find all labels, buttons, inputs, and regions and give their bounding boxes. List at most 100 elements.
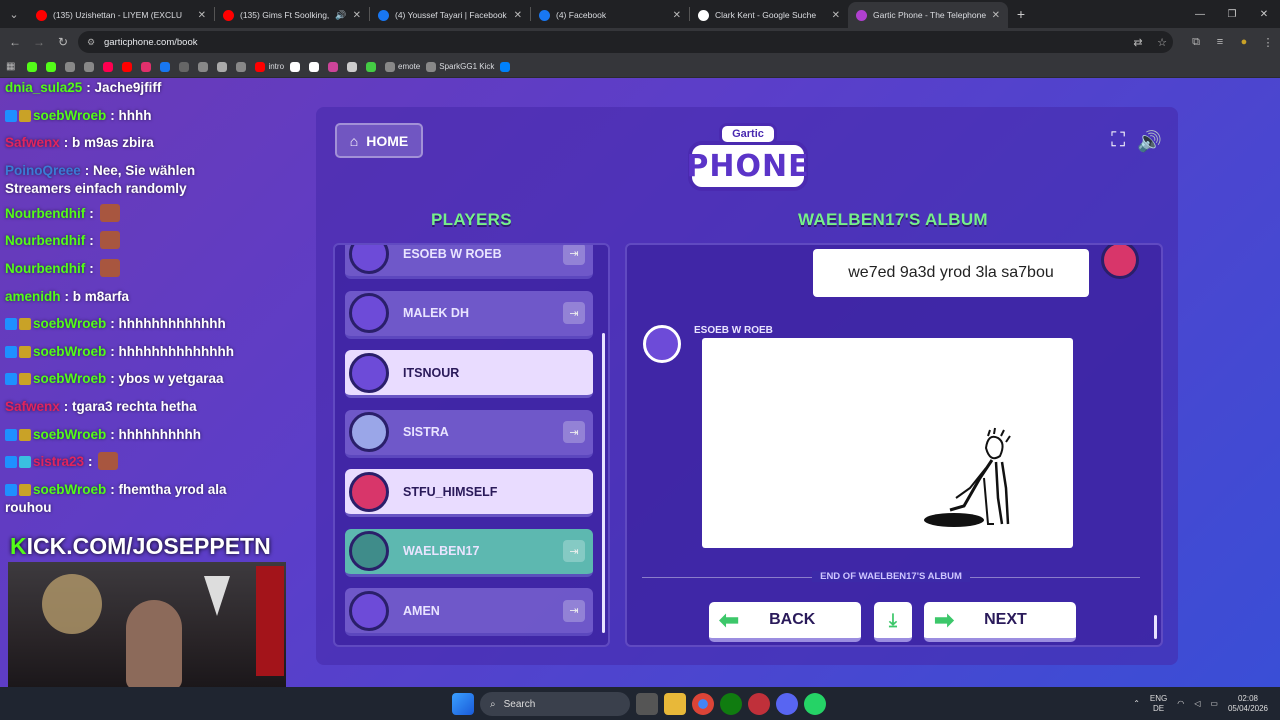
address-bar[interactable]: ⚙ garticphone.com/book xyxy=(78,31,1173,53)
chat-username[interactable]: soebWroeb xyxy=(33,344,106,359)
browser-tab[interactable]: (4) Facebook ✕ xyxy=(531,2,689,28)
browser-tab[interactable]: Gartic Phone - The Telephone G ✕ xyxy=(848,2,1008,28)
player-row[interactable]: AMEN ⇥ xyxy=(345,588,593,636)
tray-chevron-icon[interactable]: ⌃ xyxy=(1133,699,1140,708)
profile-avatar-icon[interactable]: ● xyxy=(1232,36,1256,48)
bookmark-item[interactable] xyxy=(236,61,249,72)
wifi-icon[interactable]: ◠ xyxy=(1177,699,1184,708)
bookmark-item[interactable]: emote xyxy=(385,61,420,72)
tab-close-icon[interactable]: ✕ xyxy=(353,10,361,21)
chat-username[interactable]: sistra23 xyxy=(33,454,84,469)
bookmark-item[interactable] xyxy=(84,61,97,72)
chat-username[interactable]: soebWroeb xyxy=(33,371,106,386)
bookmark-item[interactable] xyxy=(290,61,303,72)
player-row[interactable]: ESOEB W ROEB ⇥ xyxy=(345,245,593,279)
extensions-icon[interactable]: ⧉ xyxy=(1184,36,1208,49)
kick-player-icon[interactable]: ⇥ xyxy=(563,540,585,562)
players-scrollbar[interactable] xyxy=(602,333,605,633)
reload-icon[interactable]: ↻ xyxy=(51,35,75,49)
player-row[interactable]: ITSNOUR xyxy=(345,350,593,398)
site-info-icon[interactable]: ⚙ xyxy=(87,37,95,48)
browser-tab[interactable]: (4) Youssef Tayari | Facebook ✕ xyxy=(370,2,530,28)
tab-close-icon[interactable]: ✕ xyxy=(198,10,206,21)
tab-close-icon[interactable]: ✕ xyxy=(992,10,1000,21)
tab-search-icon[interactable]: ⌄ xyxy=(0,0,28,28)
bookmark-item[interactable] xyxy=(179,61,192,72)
bookmark-item[interactable] xyxy=(309,61,322,72)
bookmark-item[interactable]: SparkGG1 Kick xyxy=(426,61,494,72)
chat-username[interactable]: Safwenx xyxy=(5,135,60,150)
apps-grid-icon[interactable]: ▦ xyxy=(6,61,15,72)
bookmark-item[interactable] xyxy=(500,61,513,72)
chrome-icon[interactable] xyxy=(692,693,714,715)
home-button[interactable]: ⌂ HOME xyxy=(335,123,423,158)
xbox-icon[interactable] xyxy=(720,693,742,715)
maximize-icon[interactable]: ❐ xyxy=(1216,0,1248,28)
translate-icon[interactable]: ⇄ xyxy=(1126,36,1150,49)
language-indicator[interactable]: ENG DE xyxy=(1150,694,1167,714)
menu-dots-icon[interactable]: ⋮ xyxy=(1256,36,1280,49)
next-button[interactable]: ➡ NEXT xyxy=(924,602,1076,642)
bookmark-item[interactable] xyxy=(198,61,211,72)
chat-username[interactable]: soebWroeb xyxy=(33,316,106,331)
speaker-icon[interactable]: ◁ xyxy=(1194,699,1200,708)
player-row[interactable]: MALEK DH ⇥ xyxy=(345,290,593,339)
bookmark-item[interactable]: intro xyxy=(255,61,284,72)
player-row[interactable]: STFU_HIMSELF xyxy=(345,469,593,517)
browser-tab[interactable]: (135) Uzishettan - LIYEM (EXCLU ✕ xyxy=(28,2,214,28)
bookmark-item[interactable] xyxy=(122,61,135,72)
task-view-icon[interactable] xyxy=(636,693,658,715)
reading-list-icon[interactable]: ≡ xyxy=(1208,36,1232,48)
tab-close-icon[interactable]: ✕ xyxy=(514,10,522,21)
chat-username[interactable]: Nourbendhif xyxy=(5,261,85,276)
bookmark-item[interactable] xyxy=(217,61,230,72)
tab-close-icon[interactable]: ✕ xyxy=(832,10,840,21)
kick-player-icon[interactable]: ⇥ xyxy=(563,599,585,622)
tab-audio-icon[interactable]: 🔊 xyxy=(335,10,346,21)
kick-player-icon[interactable]: ⇥ xyxy=(563,302,585,324)
bookmark-item[interactable] xyxy=(328,61,341,72)
file-explorer-icon[interactable] xyxy=(664,693,686,715)
battery-icon[interactable]: ▭ xyxy=(1210,699,1218,708)
volume-icon[interactable]: 🔊 xyxy=(1137,129,1162,154)
bookmark-item[interactable] xyxy=(103,61,116,72)
back-icon[interactable]: ← xyxy=(3,35,27,49)
bookmark-item[interactable] xyxy=(46,61,59,72)
bookmark-item[interactable] xyxy=(141,61,154,72)
bookmark-item[interactable] xyxy=(27,61,40,72)
new-tab-button[interactable]: + xyxy=(1008,6,1034,22)
back-button[interactable]: ⬅ BACK xyxy=(709,602,861,642)
taskbar-search[interactable]: ⌕ Search xyxy=(480,692,630,716)
app-red-icon[interactable] xyxy=(748,693,770,715)
start-windows-icon[interactable] xyxy=(452,693,474,715)
bookmark-item[interactable] xyxy=(65,61,78,72)
chat-username[interactable]: soebWroeb xyxy=(33,482,106,497)
chat-username[interactable]: dnia_sula25 xyxy=(5,80,82,95)
discord-icon[interactable] xyxy=(776,693,798,715)
bookmark-item[interactable] xyxy=(347,61,360,72)
fullscreen-icon[interactable]: ⛶ xyxy=(1111,129,1125,154)
close-window-icon[interactable]: ✕ xyxy=(1248,0,1280,28)
kick-player-icon[interactable]: ⇥ xyxy=(563,245,585,265)
player-row[interactable]: WAELBEN17 ⇥ xyxy=(345,528,593,577)
browser-tab[interactable]: Clark Kent - Google Suche ✕ xyxy=(690,2,848,28)
album-scrollbar[interactable] xyxy=(1154,615,1157,639)
chat-username[interactable]: soebWroeb xyxy=(33,427,106,442)
forward-icon[interactable]: → xyxy=(27,35,51,49)
browser-tab[interactable]: (135) Gims Ft Soolking, Tayc 🔊 ✕ xyxy=(215,2,369,28)
bookmark-star-icon[interactable]: ☆ xyxy=(1150,36,1174,49)
chat-username[interactable]: PoinoQreee xyxy=(5,163,81,178)
minimize-icon[interactable]: — xyxy=(1184,0,1216,28)
chat-username[interactable]: amenidh xyxy=(5,289,61,304)
bookmark-item[interactable] xyxy=(366,61,379,72)
kick-player-icon[interactable]: ⇥ xyxy=(563,421,585,443)
tab-close-icon[interactable]: ✕ xyxy=(673,10,681,21)
chat-username[interactable]: Nourbendhif xyxy=(5,233,85,248)
download-button[interactable]: ⤓ xyxy=(874,602,912,642)
chat-username[interactable]: Nourbendhif xyxy=(5,206,85,221)
bookmark-item[interactable] xyxy=(160,61,173,72)
chat-username[interactable]: Safwenx xyxy=(5,399,60,414)
chat-username[interactable]: soebWroeb xyxy=(33,108,106,123)
clock[interactable]: 02:08 05/04/2026 xyxy=(1228,694,1268,714)
whatsapp-icon[interactable] xyxy=(804,693,826,715)
